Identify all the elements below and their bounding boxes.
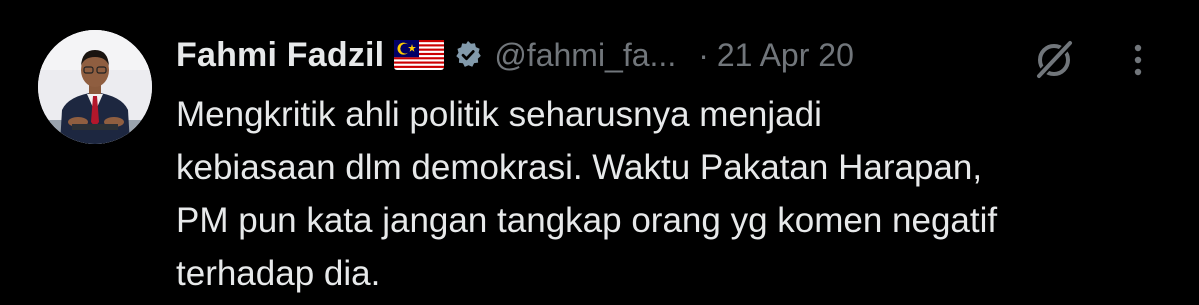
avatar[interactable] — [38, 30, 152, 144]
tweet-card[interactable]: Fahmi Fadzil @fahmi_fa... · 21 Apr 20 Me… — [0, 0, 1199, 305]
timestamp[interactable]: 21 Apr 20 — [717, 37, 854, 74]
tweet-text: Mengkritik ahli politik seharusnya menja… — [176, 88, 1176, 300]
more-options-button[interactable] — [1122, 36, 1154, 84]
separator-dot: · — [698, 36, 709, 73]
tweet-header: Fahmi Fadzil @fahmi_fa... · 21 Apr 20 — [176, 30, 854, 80]
tweet-text-line: PM pun kata jangan tangkap orang yg kome… — [176, 201, 998, 240]
malaysia-flag-icon — [394, 40, 445, 70]
tweet-text-line: terhadap dia. — [176, 254, 381, 293]
grok-icon — [1036, 40, 1073, 79]
profile-photo-icon — [38, 30, 152, 144]
user-handle[interactable]: @fahmi_fa... — [494, 37, 676, 74]
verified-badge-icon[interactable] — [452, 39, 484, 71]
grok-button[interactable] — [1030, 36, 1078, 84]
display-name[interactable]: Fahmi Fadzil — [176, 36, 384, 75]
tweet-text-line: Mengkritik ahli politik seharusnya menja… — [176, 95, 822, 134]
more-options-icon — [1134, 44, 1142, 76]
tweet-text-line: kebiasaan dlm demokrasi. Waktu Pakatan H… — [176, 148, 983, 187]
